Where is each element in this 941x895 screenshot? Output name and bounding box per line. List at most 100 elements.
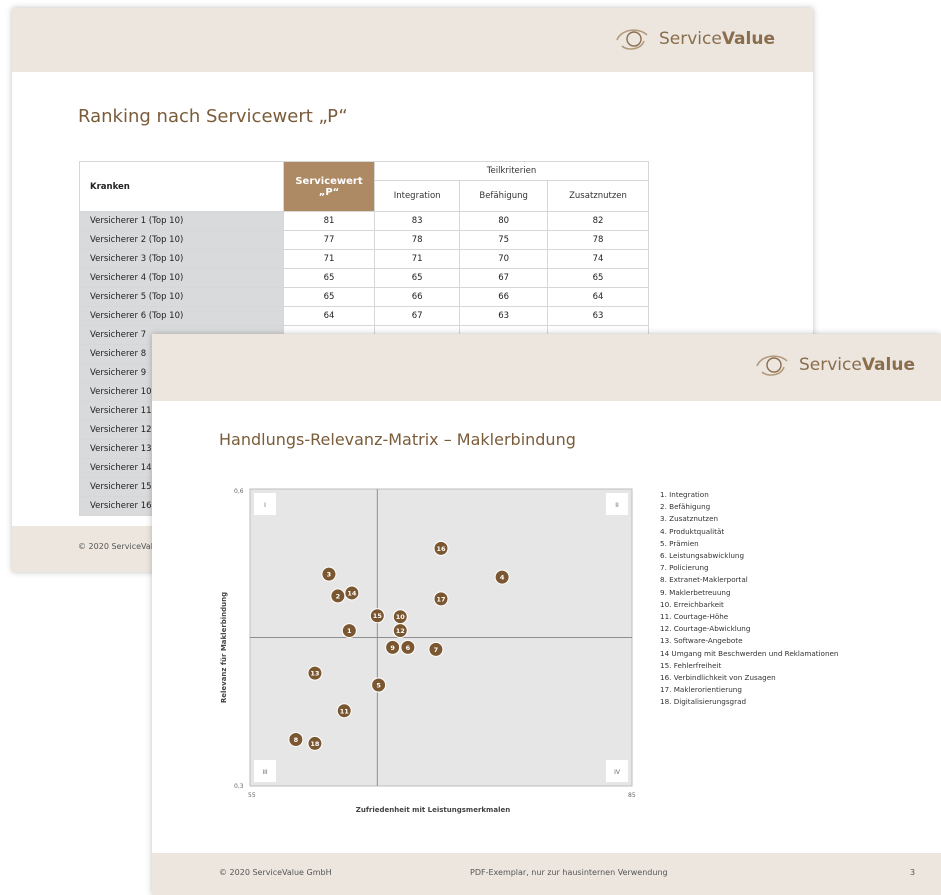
legend-item: 16. Verbindlichkeit von Zusagen — [660, 673, 776, 683]
y-tick-label: 0,3 — [234, 783, 244, 790]
servicevalue-logo: ServiceValue — [613, 26, 775, 52]
servicewert-cell: 77 — [283, 230, 375, 250]
footer-copyright: © 2020 ServiceValue GmbH — [219, 868, 332, 877]
legend-item: 7. Policierung — [660, 563, 709, 573]
data-point-label: 9 — [390, 644, 395, 652]
criterion-cell: 67 — [459, 268, 549, 288]
quadrant-label: IV — [614, 769, 621, 776]
legend-item: 11. Courtage-Höhe — [660, 612, 729, 622]
footer-notice: PDF-Exemplar, nur zur hausinternen Verwe… — [470, 868, 668, 877]
column-header-teilkriterien: Teilkriterien — [374, 161, 649, 181]
data-point-label: 8 — [294, 736, 299, 744]
column-header-befaehigung: Befähigung — [459, 180, 549, 212]
logo-text: ServiceValue — [798, 355, 915, 375]
data-point-label: 16 — [436, 545, 446, 553]
column-header-kranken: Kranken — [79, 161, 284, 212]
servicevalue-logo: ServiceValue — [753, 352, 915, 378]
table-row: Versicherer 2 (Top 10) 77 78 75 78 — [79, 230, 649, 250]
servicewert-cell: 81 — [283, 211, 375, 231]
table-row: Versicherer 4 (Top 10) 65 65 67 65 — [79, 268, 649, 288]
criterion-cell: 65 — [373, 268, 461, 288]
criterion-cell: 83 — [373, 211, 461, 231]
legend-item: 5. Prämien — [660, 538, 699, 548]
data-point-label: 17 — [436, 595, 445, 603]
footer-copyright: © 2020 ServiceVal — [78, 542, 153, 551]
relevance-matrix-chart: I IIIII IV0,60,355 85Zufriedenheit mit Leis… — [220, 488, 636, 814]
servicewert-cell: 64 — [283, 306, 375, 326]
servicewert-cell: 65 — [283, 287, 375, 307]
criterion-cell: 66 — [373, 287, 461, 307]
criterion-cell: 75 — [459, 230, 549, 250]
table-row: Versicherer 3 (Top 10) 71 71 70 74 — [79, 249, 649, 269]
criterion-cell: 63 — [547, 306, 649, 326]
page-number: 3 — [910, 868, 916, 877]
quadrant-label: II — [615, 502, 619, 509]
insurer-name: Versicherer 1 (Top 10) — [79, 211, 284, 231]
legend-item: 6. Leistungsabwicklung — [660, 551, 745, 561]
data-point-label: 2 — [336, 592, 341, 600]
criterion-cell: 74 — [547, 249, 649, 269]
logo-swoosh-icon — [616, 29, 648, 50]
legend-item: 17. Maklerorientierung — [660, 685, 742, 695]
data-point-label: 18 — [310, 740, 320, 748]
legend-item: 12. Courtage-Abwicklung — [660, 624, 751, 634]
legend-item: 4. Produktqualität — [660, 526, 725, 536]
column-header-integration: Integration — [373, 180, 461, 212]
data-point-label: 5 — [376, 682, 381, 690]
data-point-label: 10 — [396, 613, 406, 621]
criterion-cell: 64 — [547, 287, 649, 307]
insurer-name: Versicherer 5 (Top 10) — [79, 287, 284, 307]
criterion-cell: 63 — [459, 306, 549, 326]
criterion-cell: 82 — [547, 211, 649, 231]
insurer-name: Versicherer 4 (Top 10) — [79, 268, 284, 288]
matrix-slide: ServiceValue Handlungs-Relevanz-Matrix –… — [152, 334, 941, 895]
data-point-label: 1 — [347, 627, 352, 635]
data-point-label: 13 — [310, 670, 319, 678]
data-point-label: 15 — [373, 612, 383, 620]
legend-item: 18. Digitalisierungsgrad — [660, 697, 747, 707]
data-point-label: 14 — [347, 589, 357, 597]
data-point-label: 7 — [434, 646, 439, 654]
quadrant-label: III — [262, 769, 268, 776]
column-header-servicewert: Servicewert „P“ — [283, 161, 375, 212]
y-axis-title: Relevanz für Maklerbindung — [220, 592, 228, 703]
legend-item: 3. Zusatznutzen — [660, 514, 719, 524]
logo-text: ServiceValue — [658, 29, 775, 49]
table-row: Versicherer 1 (Top 10) 81 83 80 82 — [79, 211, 649, 231]
legend-item: 15. Fehlerfreiheit — [660, 660, 722, 670]
quadrant-label: I — [264, 502, 266, 509]
insurer-name: Versicherer 2 (Top 10) — [79, 230, 284, 250]
data-point-label: 3 — [327, 571, 332, 579]
criterion-cell: 65 — [547, 268, 649, 288]
matrix-legend: 1. Integration 2. Befähigung 3. Zusatznutz… — [660, 489, 839, 709]
legend-item: 14 Umgang mit Beschwerden und Reklamatio… — [660, 648, 839, 658]
insurer-name: Versicherer 6 (Top 10) — [79, 306, 284, 326]
servicewert-cell: 71 — [283, 249, 375, 269]
y-tick-label: 0,6 — [234, 488, 244, 495]
x-axis-title: Zufriedenheit mit Leistungsmerkmalen — [356, 806, 510, 814]
criterion-cell: 66 — [459, 287, 549, 307]
criterion-cell: 80 — [459, 211, 549, 231]
x-tick-label: 55 — [248, 792, 256, 799]
servicewert-cell: 65 — [283, 268, 375, 288]
legend-item: 9. Maklerbetreuung — [660, 587, 731, 597]
table-row: Versicherer 5 (Top 10) 65 66 66 64 — [79, 287, 649, 307]
insurer-name: Versicherer 3 (Top 10) — [79, 249, 284, 269]
data-point-label: 4 — [500, 574, 505, 582]
legend-item: 13. Software-Angebote — [660, 636, 743, 646]
legend-item: 10. Erreichbarkeit — [660, 599, 724, 609]
data-point-label: 11 — [340, 707, 350, 715]
table-row: Versicherer 6 (Top 10) 64 67 63 63 — [79, 306, 649, 326]
legend-item: 2. Befähigung — [660, 502, 711, 512]
criterion-cell: 78 — [373, 230, 461, 250]
criterion-cell: 78 — [547, 230, 649, 250]
slide-title: Ranking nach Servicewert „P“ — [78, 106, 348, 127]
x-tick-label: 85 — [628, 792, 636, 799]
criterion-cell: 67 — [373, 306, 461, 326]
column-header-zusatznutzen: Zusatznutzen — [547, 180, 649, 212]
data-point-label: 12 — [396, 627, 405, 635]
legend-item: 8. Extranet-Maklerportal — [660, 575, 748, 585]
data-point-label: 6 — [406, 644, 411, 652]
logo-swoosh-icon — [756, 355, 788, 376]
criterion-cell: 70 — [459, 249, 549, 269]
